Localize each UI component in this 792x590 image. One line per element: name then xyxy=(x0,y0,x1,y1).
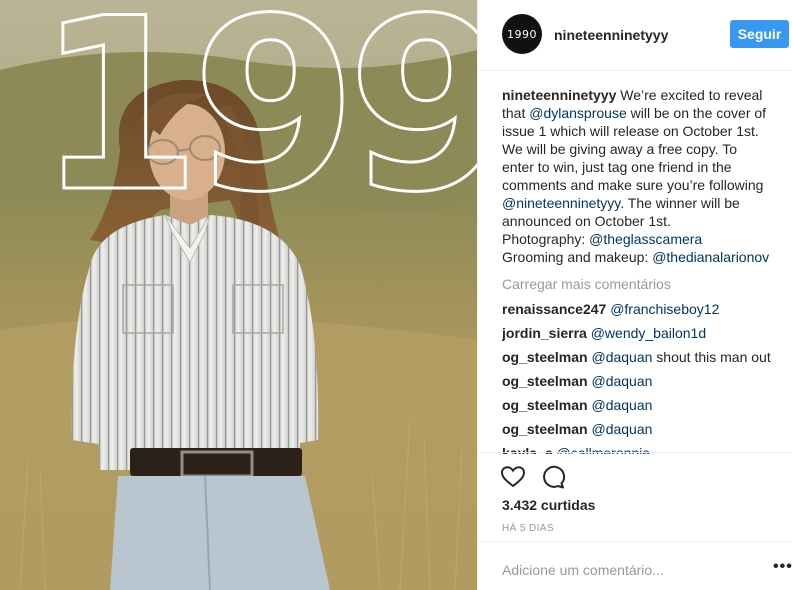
comment-username-link[interactable]: renaissance247 xyxy=(502,301,606,317)
post-caption: nineteenninetyyy We’re excited to reveal… xyxy=(502,86,784,266)
caption-text: issue 1 which will release on October 1s… xyxy=(502,123,759,139)
list-item: og_steelman @daquan xyxy=(502,420,652,438)
caption-text: comments and make sure you’re following xyxy=(502,177,764,193)
list-item: og_steelman @daquan xyxy=(502,396,652,414)
comment-mention-link[interactable]: @daquan xyxy=(591,421,652,437)
caption-text: We’re excited to reveal xyxy=(616,87,763,103)
avatar[interactable]: 1990 xyxy=(502,14,542,54)
heart-icon[interactable] xyxy=(500,464,526,490)
comment-text: shout this man out xyxy=(652,349,771,365)
post-actions: 3.432 curtidas HÁ 5 DIAS Adicione um com… xyxy=(478,452,792,590)
add-comment-bar: Adicione um comentário... ••• xyxy=(478,541,792,590)
post-sidebar: 1990 nineteenninetyyy Seguir nineteennin… xyxy=(477,0,792,590)
comment-mention-link[interactable]: @daquan xyxy=(591,397,652,413)
post-timestamp[interactable]: HÁ 5 DIAS xyxy=(502,523,554,534)
caption-text: will be on the cover of xyxy=(626,105,767,121)
follow-button[interactable]: Seguir xyxy=(730,20,789,48)
comment-username-link[interactable]: og_steelman xyxy=(502,421,588,437)
load-more-comments-link[interactable]: Carregar mais comentários xyxy=(502,275,671,293)
comment-mention-link[interactable]: @daquan xyxy=(591,349,652,365)
comment-bubble-icon[interactable] xyxy=(540,464,566,490)
caption-mention-link[interactable]: @nineteenninetyyy xyxy=(502,195,620,211)
caption-username-link[interactable]: nineteenninetyyy xyxy=(502,87,616,103)
caption-text: . The winner will be xyxy=(620,195,740,211)
caption-text: Photography: xyxy=(502,231,590,247)
comment-mention-link[interactable]: @daquan xyxy=(591,373,652,389)
list-item: jordin_sierra @wendy_bailon1d xyxy=(502,324,706,342)
list-item: renaissance247 @franchiseboy12 xyxy=(502,300,719,318)
list-item: og_steelman @daquan xyxy=(502,372,652,390)
comments-list[interactable]: nineteenninetyyy We’re excited to reveal… xyxy=(502,86,784,454)
comment-username-link[interactable]: jordin_sierra xyxy=(502,325,587,341)
comment-username-link[interactable]: og_steelman xyxy=(502,349,588,365)
list-item: og_steelman @daquan shout this man out xyxy=(502,348,771,366)
comment-mention-link[interactable]: @franchiseboy12 xyxy=(610,301,719,317)
post-header: 1990 nineteenninetyyy Seguir xyxy=(478,0,792,71)
comment-username-link[interactable]: og_steelman xyxy=(502,373,588,389)
post-photo[interactable]: 1990 xyxy=(0,0,477,590)
caption-mention-link[interactable]: @theglasscamera xyxy=(589,231,702,247)
caption-mention-link[interactable]: @dylansprouse xyxy=(529,105,627,121)
comment-username-link[interactable]: og_steelman xyxy=(502,397,588,413)
caption-text: Grooming and makeup: xyxy=(502,249,653,265)
photo-overlay-1990: 1990 xyxy=(35,0,478,200)
caption-text: that xyxy=(502,105,530,121)
more-options-icon[interactable]: ••• xyxy=(773,558,792,576)
caption-mention-link[interactable]: @thedianalarionov xyxy=(652,249,769,265)
header-username-link[interactable]: nineteenninetyyy xyxy=(554,27,668,43)
comment-input[interactable]: Adicione um comentário... xyxy=(502,562,664,578)
comment-mention-link[interactable]: @wendy_bailon1d xyxy=(591,325,706,341)
overlay-1990-text: 1990 xyxy=(36,0,477,200)
caption-text: We will be giving away a free copy. To xyxy=(502,141,738,157)
likes-count[interactable]: 3.432 curtidas xyxy=(502,497,595,513)
caption-text: enter to win, just tag one friend in the xyxy=(502,159,732,175)
caption-text: announced on October 1st. xyxy=(502,213,671,229)
